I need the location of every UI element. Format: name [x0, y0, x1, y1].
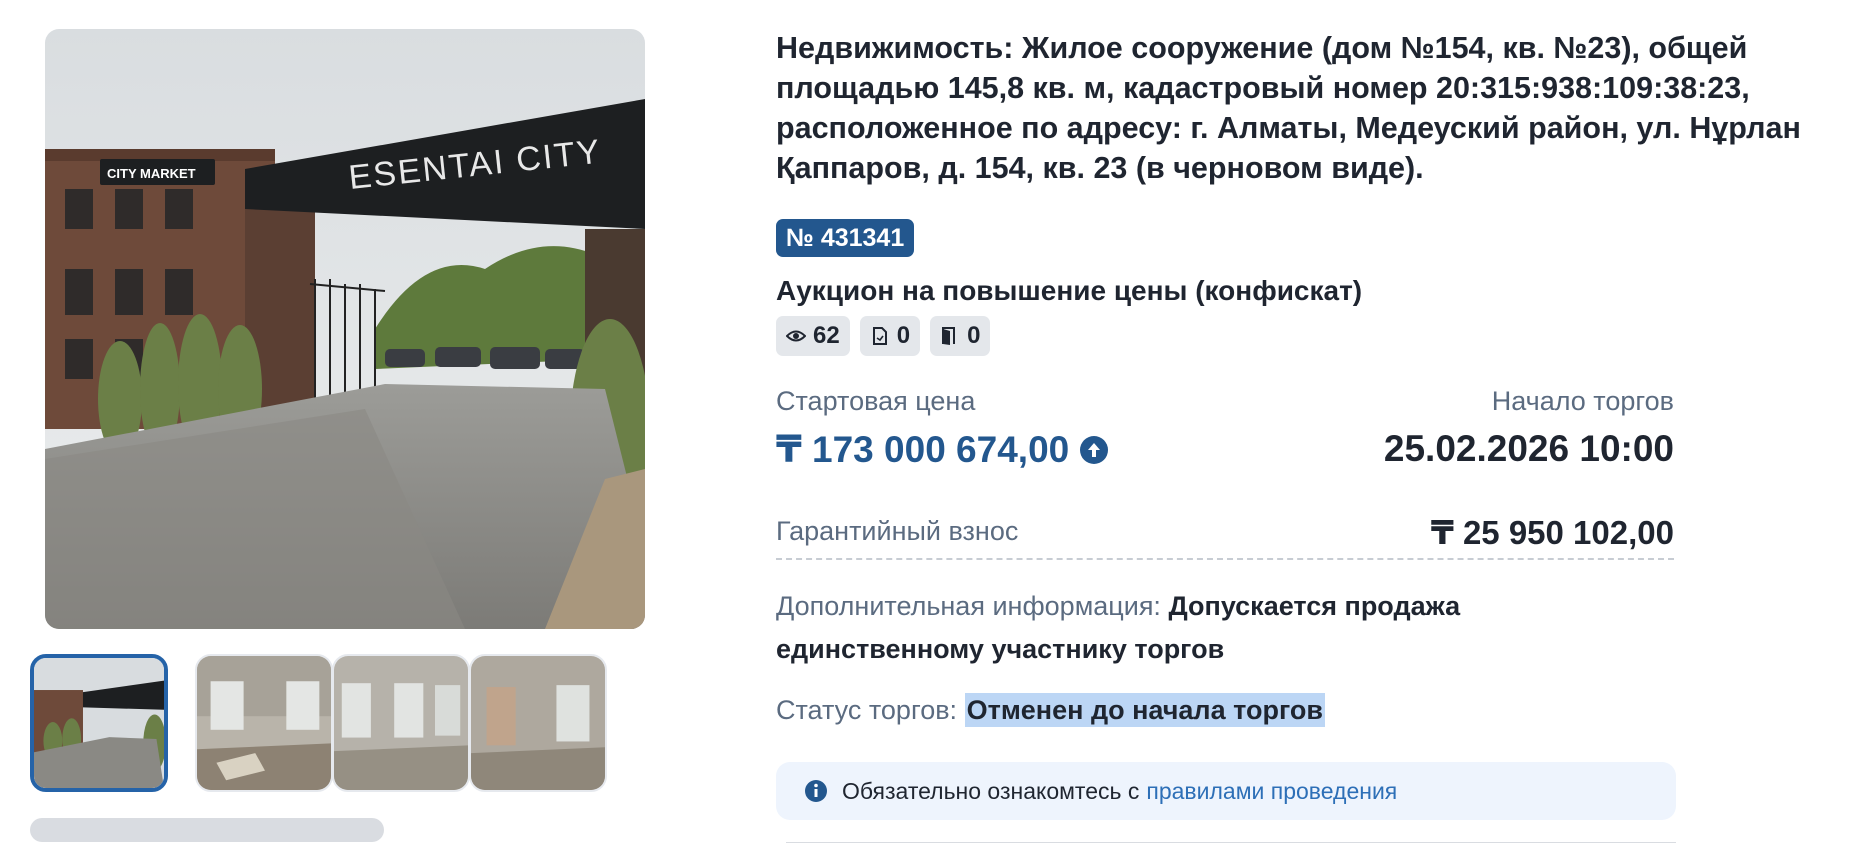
- lot-number-badge: № 431341: [776, 219, 915, 257]
- trade-status-label: Статус торгов:: [776, 695, 958, 725]
- trade-start-label: Начало торгов: [1491, 386, 1674, 416]
- thumbnail-2[interactable]: [195, 654, 333, 792]
- participants-stat: 0: [930, 316, 991, 356]
- deposit-label: Гарантийный взнос: [776, 516, 1019, 546]
- rules-notice: Обязательно ознакомтесь с правилами пров…: [776, 762, 1676, 820]
- deposit-row: Гарантийный взнос ₸ 25 950 102,00: [776, 512, 1674, 560]
- views-count: 62: [813, 322, 840, 349]
- auction-type: Аукцион на повышение цены (конфискат): [776, 275, 1363, 306]
- interior-thumbnail-image: [471, 656, 605, 790]
- door-icon: [942, 327, 956, 345]
- gate-thumbnail-image: [34, 658, 164, 788]
- participants-count: 0: [967, 322, 981, 349]
- trade-start-value: 25.02.2026 10:00: [1383, 428, 1674, 469]
- thumbnail-scrollbar[interactable]: [30, 818, 384, 842]
- start-price: ₸ 173 000 674,00: [776, 428, 1109, 471]
- eye-icon: [786, 330, 806, 342]
- document-icon: [872, 327, 887, 345]
- additional-info: Дополнительная информация: Допускается п…: [776, 585, 1576, 671]
- trade-status: Статус торгов: Отменен до начала торгов: [776, 693, 1325, 727]
- thumbnail-4[interactable]: [469, 654, 607, 792]
- rules-link[interactable]: правилами проведения: [1146, 778, 1397, 805]
- info-icon: [805, 780, 827, 802]
- thumbnail-3[interactable]: [332, 654, 470, 792]
- additional-info-label: Дополнительная информация:: [776, 591, 1161, 621]
- thumbnail-1[interactable]: [30, 654, 168, 792]
- applications-stat: 0: [859, 316, 921, 356]
- start-price-value: ₸ 173 000 674,00: [776, 429, 1070, 470]
- start-price-label: Стартовая цена: [776, 386, 976, 416]
- thumbnail-strip: [30, 654, 670, 794]
- lot-stats: 62 0 0: [776, 316, 991, 356]
- main-photo[interactable]: ESENTAI CITY CITY MARKET: [45, 29, 645, 629]
- arrow-up-circle-icon[interactable]: [1079, 435, 1109, 465]
- notice-text: Обязательно ознакомтесь с: [842, 777, 1140, 804]
- interior-thumbnail-image: [197, 656, 331, 790]
- esentai-city-gate-photo: ESENTAI CITY CITY MARKET: [45, 29, 645, 629]
- deposit-value: ₸ 25 950 102,00: [1430, 514, 1674, 551]
- applications-count: 0: [896, 322, 911, 349]
- views-stat: 62: [776, 316, 850, 356]
- svg-text:CITY MARKET: CITY MARKET: [107, 166, 196, 181]
- lot-title: Недвижимость: Жилое сооружение (дом №154…: [776, 31, 1801, 185]
- trade-status-value: Отменен до начала торгов: [964, 693, 1325, 727]
- divider: [786, 842, 1676, 843]
- interior-thumbnail-image: [334, 656, 468, 790]
